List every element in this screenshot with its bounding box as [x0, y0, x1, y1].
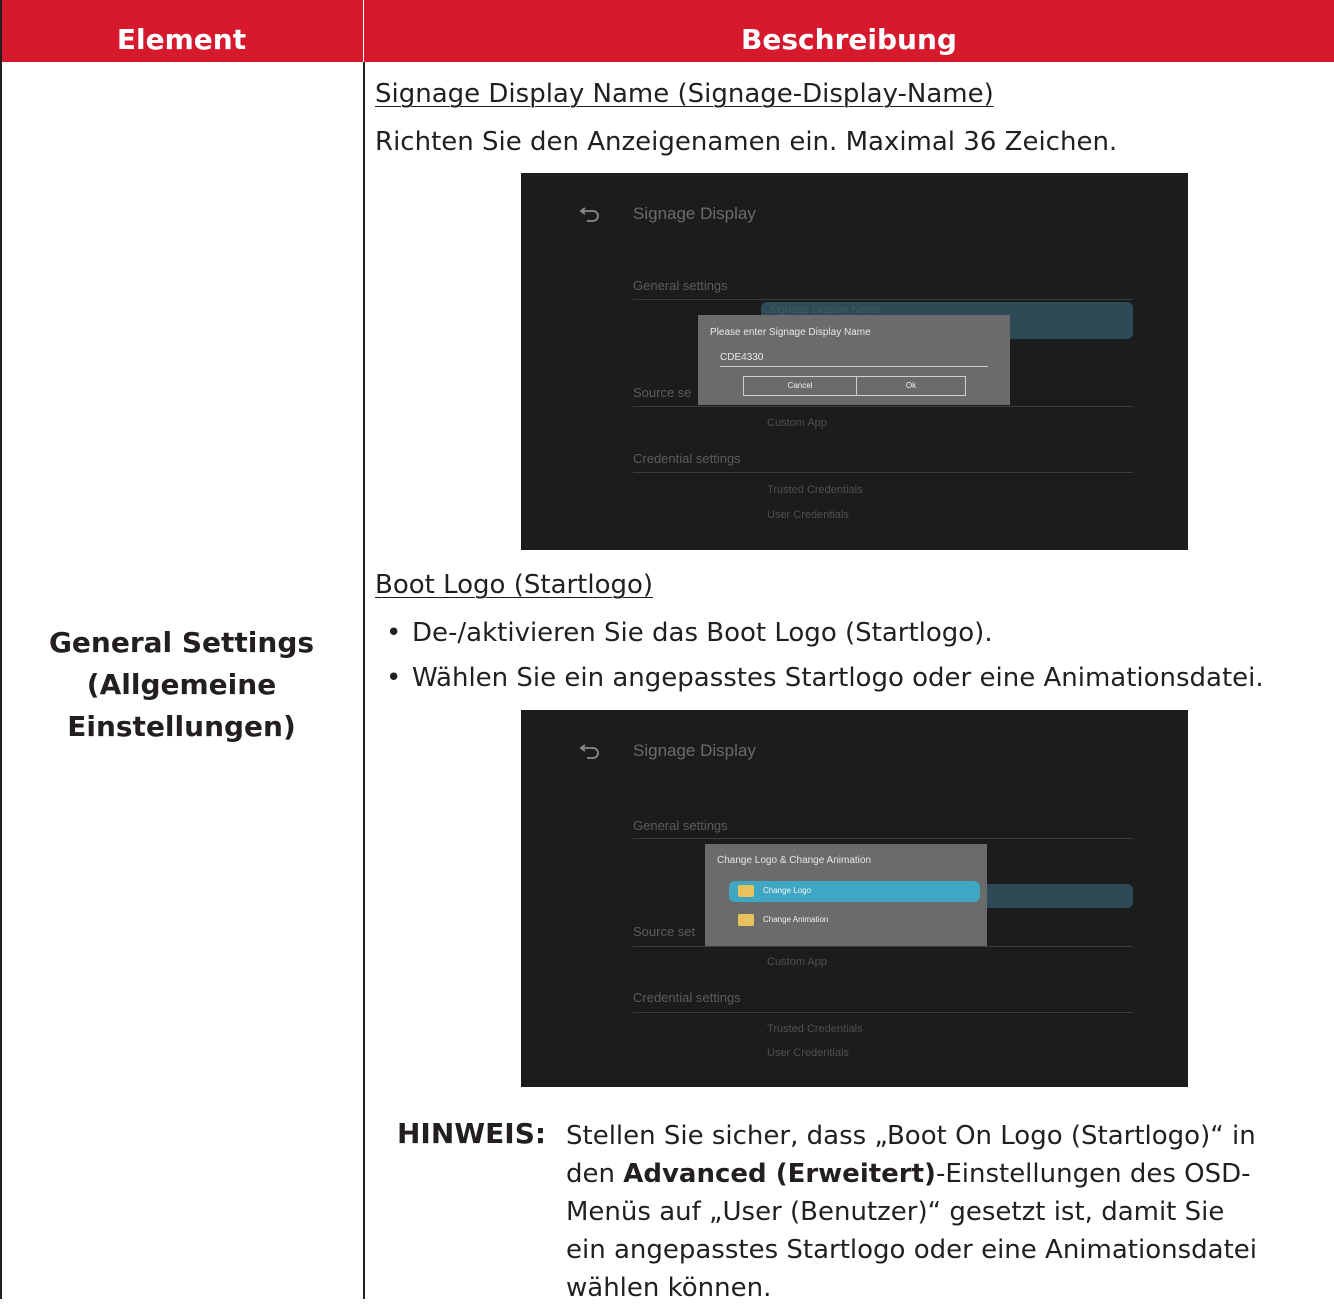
section-rule — [633, 472, 1133, 473]
screenshot-signage-display-name: Signage Display General settings Signage… — [521, 173, 1188, 550]
element-name-line: Einstellungen) — [67, 710, 296, 743]
section-heading-boot-logo: Boot Logo (Startlogo) — [375, 570, 654, 600]
element-name-line: (Allgemeine — [86, 668, 277, 701]
dialog-title: Change Logo & Change Animation — [717, 855, 872, 866]
menu-item-custom-app: Custom App — [767, 417, 827, 429]
menu-item-trusted-credentials: Trusted Credentials — [767, 484, 863, 496]
screen-title: Signage Display — [633, 741, 756, 760]
note-line: wählen können. — [566, 1273, 772, 1303]
note-label: HINWEIS: — [397, 1117, 547, 1150]
column-divider — [363, 62, 365, 1299]
dialog-title: Please enter Signage Display Name — [710, 327, 871, 338]
note-line: Menüs auf „User (Benutzer)“ gesetzt ist,… — [566, 1197, 1225, 1227]
note-line2-pre: den — [566, 1159, 624, 1189]
back-arrow-icon — [579, 207, 599, 222]
note-text: Stellen Sie sicher, dass „Boot On Logo (… — [566, 1117, 1334, 1307]
folder-icon — [738, 914, 754, 926]
column-header-description: Beschreibung — [741, 23, 957, 56]
note-line2-post: -Einstellungen des OSD- — [935, 1159, 1251, 1189]
section-rule — [633, 838, 1133, 839]
general-settings-label: General settings — [633, 818, 728, 833]
section-rule — [633, 946, 1133, 947]
note-bold-advanced: Advanced (Erweitert) — [623, 1159, 936, 1189]
change-logo-option[interactable]: Change Logo — [729, 881, 980, 902]
folder-icon — [738, 885, 754, 897]
general-settings-label: General settings — [633, 278, 728, 293]
section-rule — [633, 406, 1133, 407]
name-input-dialog: Please enter Signage Display Name CDE433… — [698, 315, 1010, 405]
back-arrow-icon — [579, 744, 599, 759]
note-line: Stellen Sie sicher, dass „Boot On Logo (… — [566, 1121, 1256, 1151]
ok-button[interactable]: Ok — [856, 376, 966, 396]
change-logo-dialog: Change Logo & Change Animation Change Lo… — [705, 844, 987, 946]
cancel-button[interactable]: Cancel — [743, 376, 857, 396]
source-settings-label: Source se — [633, 385, 692, 400]
bullet-item: De-/aktivieren Sie das Boot Logo (Startl… — [386, 618, 993, 648]
menu-item-trusted-credentials: Trusted Credentials — [767, 1023, 863, 1035]
option-label: Change Logo — [763, 886, 812, 895]
column-header-element: Element — [116, 23, 247, 56]
credential-settings-label: Credential settings — [633, 990, 741, 1005]
display-name-input[interactable]: CDE4330 — [720, 352, 988, 367]
element-name-line: General Settings — [48, 626, 315, 659]
screen-title: Signage Display — [633, 204, 756, 223]
section-rule — [633, 299, 1133, 300]
element-name-cell: General Settings (Allgemeine Einstellung… — [0, 622, 363, 748]
table-header: Element Beschreibung — [0, 0, 1334, 62]
bullet-item: Wählen Sie ein angepasstes Startlogo ode… — [386, 663, 1264, 693]
source-settings-label: Source set — [633, 924, 696, 939]
menu-item-user-credentials: User Credentials — [767, 509, 849, 521]
option-label: Change Animation — [763, 915, 829, 924]
section-heading-display-name: Signage Display Name (Signage-Display-Na… — [375, 79, 994, 109]
menu-item-user-credentials: User Credentials — [767, 1047, 849, 1059]
section-text-display-name: Richten Sie den Anzeigenamen ein. Maxima… — [375, 127, 1118, 157]
screenshot-boot-logo: Signage Display General settings Source … — [521, 710, 1188, 1087]
change-animation-option[interactable]: Change Animation — [729, 910, 980, 931]
credential-settings-label: Credential settings — [633, 451, 741, 466]
note-line: ein angepasstes Startlogo oder eine Anim… — [566, 1235, 1257, 1265]
note-line: den Advanced (Erweitert)-Einstellungen d… — [566, 1155, 1334, 1193]
section-rule — [633, 1012, 1133, 1013]
menu-item-custom-app: Custom App — [767, 956, 827, 968]
